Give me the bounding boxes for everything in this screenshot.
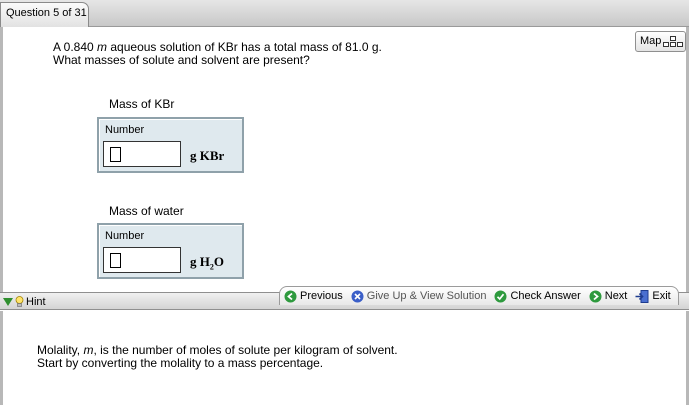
next-button[interactable]: Next [589, 290, 627, 303]
hint-label: Hint [26, 296, 46, 308]
water-answer-box: Number g H2O [97, 223, 244, 279]
question-counter: Question 5 of 31 [0, 2, 89, 27]
kbr-mass-label: Mass of KBr [109, 97, 175, 111]
kbr-unit: g KBr [190, 148, 225, 163]
water-input-cursor [110, 253, 121, 268]
hint-text: Molality, m, is the number of moles of s… [37, 343, 398, 370]
previous-button[interactable]: Previous [284, 290, 343, 303]
water-unit: g H2O [190, 254, 224, 272]
lightbulb-icon [15, 296, 24, 307]
map-button[interactable]: Map [635, 31, 686, 52]
kbr-number-caption: Number [105, 124, 145, 136]
previous-arrow-icon [284, 290, 297, 302]
give-up-button[interactable]: Give Up & View Solution [351, 290, 486, 303]
exit-door-icon [635, 289, 649, 303]
question-text: A 0.840 m aqueous solution of KBr has a … [53, 40, 382, 67]
sitemap-icon [663, 35, 684, 48]
navigation-bar: Previous Give Up & View Solution Check A… [279, 286, 679, 305]
expand-triangle-icon [3, 298, 13, 306]
kbr-mass-input[interactable] [103, 141, 181, 167]
exit-button[interactable]: Exit [635, 289, 671, 303]
water-mass-input[interactable] [103, 247, 181, 273]
map-label: Map [640, 35, 662, 47]
water-number-caption: Number [105, 230, 145, 242]
kbr-input-cursor [110, 147, 121, 162]
kbr-answer-box: Number g KBr [97, 117, 244, 173]
hint-toggle[interactable]: Hint [0, 294, 46, 310]
checkmark-icon [494, 290, 507, 302]
water-mass-label: Mass of water [109, 204, 184, 218]
next-arrow-icon [589, 290, 602, 302]
give-up-icon [351, 290, 364, 302]
question-header-bar: Question 5 of 31 [0, 0, 689, 27]
check-answer-button[interactable]: Check Answer [494, 290, 581, 303]
